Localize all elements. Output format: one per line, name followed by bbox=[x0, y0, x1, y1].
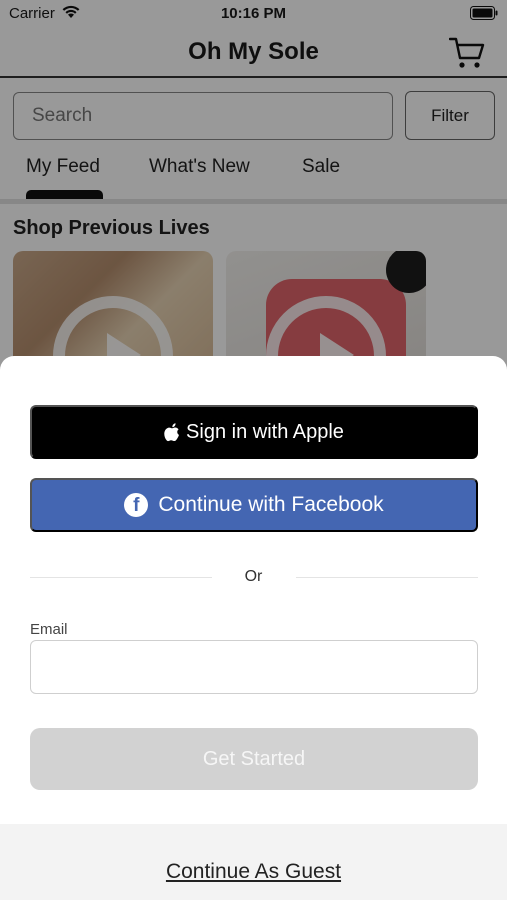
facebook-icon: f bbox=[124, 493, 149, 517]
email-label: Email bbox=[30, 621, 68, 638]
continue-with-facebook-button[interactable]: f Continue with Facebook bbox=[30, 478, 478, 532]
apple-icon bbox=[164, 422, 180, 442]
sign-in-sheet: Sign in with Apple f Continue with Faceb… bbox=[0, 356, 507, 900]
divider-right bbox=[296, 577, 478, 578]
facebook-button-label: Continue with Facebook bbox=[158, 493, 384, 516]
guest-footer: Continue As Guest bbox=[0, 824, 507, 900]
apple-button-label: Sign in with Apple bbox=[186, 420, 344, 443]
get-started-button[interactable]: Get Started bbox=[30, 728, 478, 790]
sign-in-with-apple-button[interactable]: Sign in with Apple bbox=[30, 405, 478, 459]
email-field[interactable] bbox=[30, 640, 478, 694]
continue-as-guest-link[interactable]: Continue As Guest bbox=[0, 860, 507, 884]
